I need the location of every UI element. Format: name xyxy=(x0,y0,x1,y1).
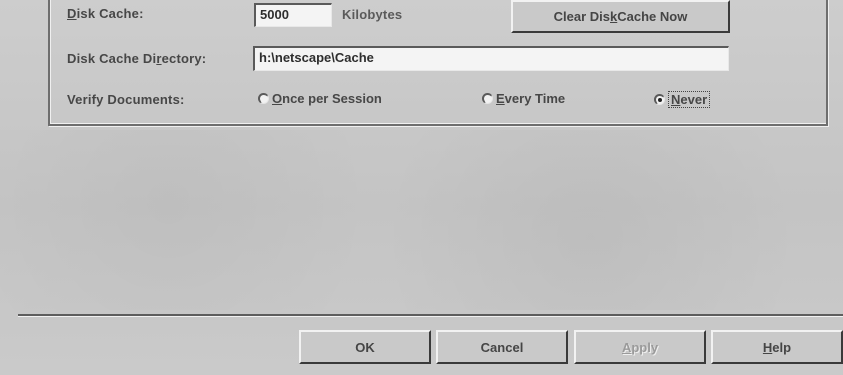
directory-label-post: ectory: xyxy=(161,51,207,66)
disk-cache-size-input[interactable]: 5000 xyxy=(254,3,332,27)
verify-every-label: Every Time xyxy=(496,91,565,106)
apply-accel: A xyxy=(621,339,632,355)
preferences-dialog: Disk Cache: 5000 Kilobytes Clear Dis k Ca… xyxy=(0,0,843,375)
cancel-button[interactable]: Cancel xyxy=(436,330,568,364)
disk-cache-label-text: isk Cache: xyxy=(76,6,144,21)
disk-cache-accel: D xyxy=(67,6,77,21)
apply-text: pply xyxy=(631,339,659,355)
verify-never-text: ever xyxy=(680,92,708,107)
verify-never-label: Never xyxy=(668,91,711,108)
directory-label-pre: Disk Cache Di xyxy=(67,51,157,66)
dialog-background-area xyxy=(0,130,843,310)
verify-once-accel: O xyxy=(272,91,283,106)
apply-button[interactable]: Apply xyxy=(574,330,706,364)
radio-circle-icon xyxy=(258,93,269,104)
verify-every-accel: E xyxy=(496,91,505,106)
verify-never-radio[interactable]: Never xyxy=(654,91,711,108)
verify-every-time-radio[interactable]: Every Time xyxy=(482,91,565,106)
disk-cache-directory-input[interactable]: h:\netscape\Cache xyxy=(253,46,729,71)
verify-every-text: very Time xyxy=(504,91,566,106)
verify-never-accel: N xyxy=(671,92,681,107)
help-text: elp xyxy=(772,339,792,355)
clear-button-text-post: Cache Now xyxy=(617,9,688,24)
verify-once-per-session-radio[interactable]: Once per Session xyxy=(258,91,382,106)
radio-selected-icon xyxy=(654,94,665,105)
verify-once-label: Once per Session xyxy=(272,91,382,106)
help-button[interactable]: Help xyxy=(711,330,843,364)
verify-once-text: nce per Session xyxy=(282,91,382,106)
disk-cache-directory-label: Disk Cache Directory: xyxy=(67,51,206,66)
verify-documents-label: Verify Documents: xyxy=(67,92,185,107)
clear-button-text-pre: Clear Dis xyxy=(553,9,611,24)
clear-disk-cache-button[interactable]: Clear Dis k Cache Now xyxy=(511,0,730,33)
ok-button[interactable]: OK xyxy=(299,330,431,364)
button-bar-separator xyxy=(18,314,843,317)
help-accel: H xyxy=(762,339,773,355)
disk-cache-label: Disk Cache: xyxy=(67,6,144,21)
clear-button-accel: k xyxy=(610,9,618,24)
kilobytes-label: Kilobytes xyxy=(342,7,403,22)
radio-circle-icon xyxy=(482,93,493,104)
